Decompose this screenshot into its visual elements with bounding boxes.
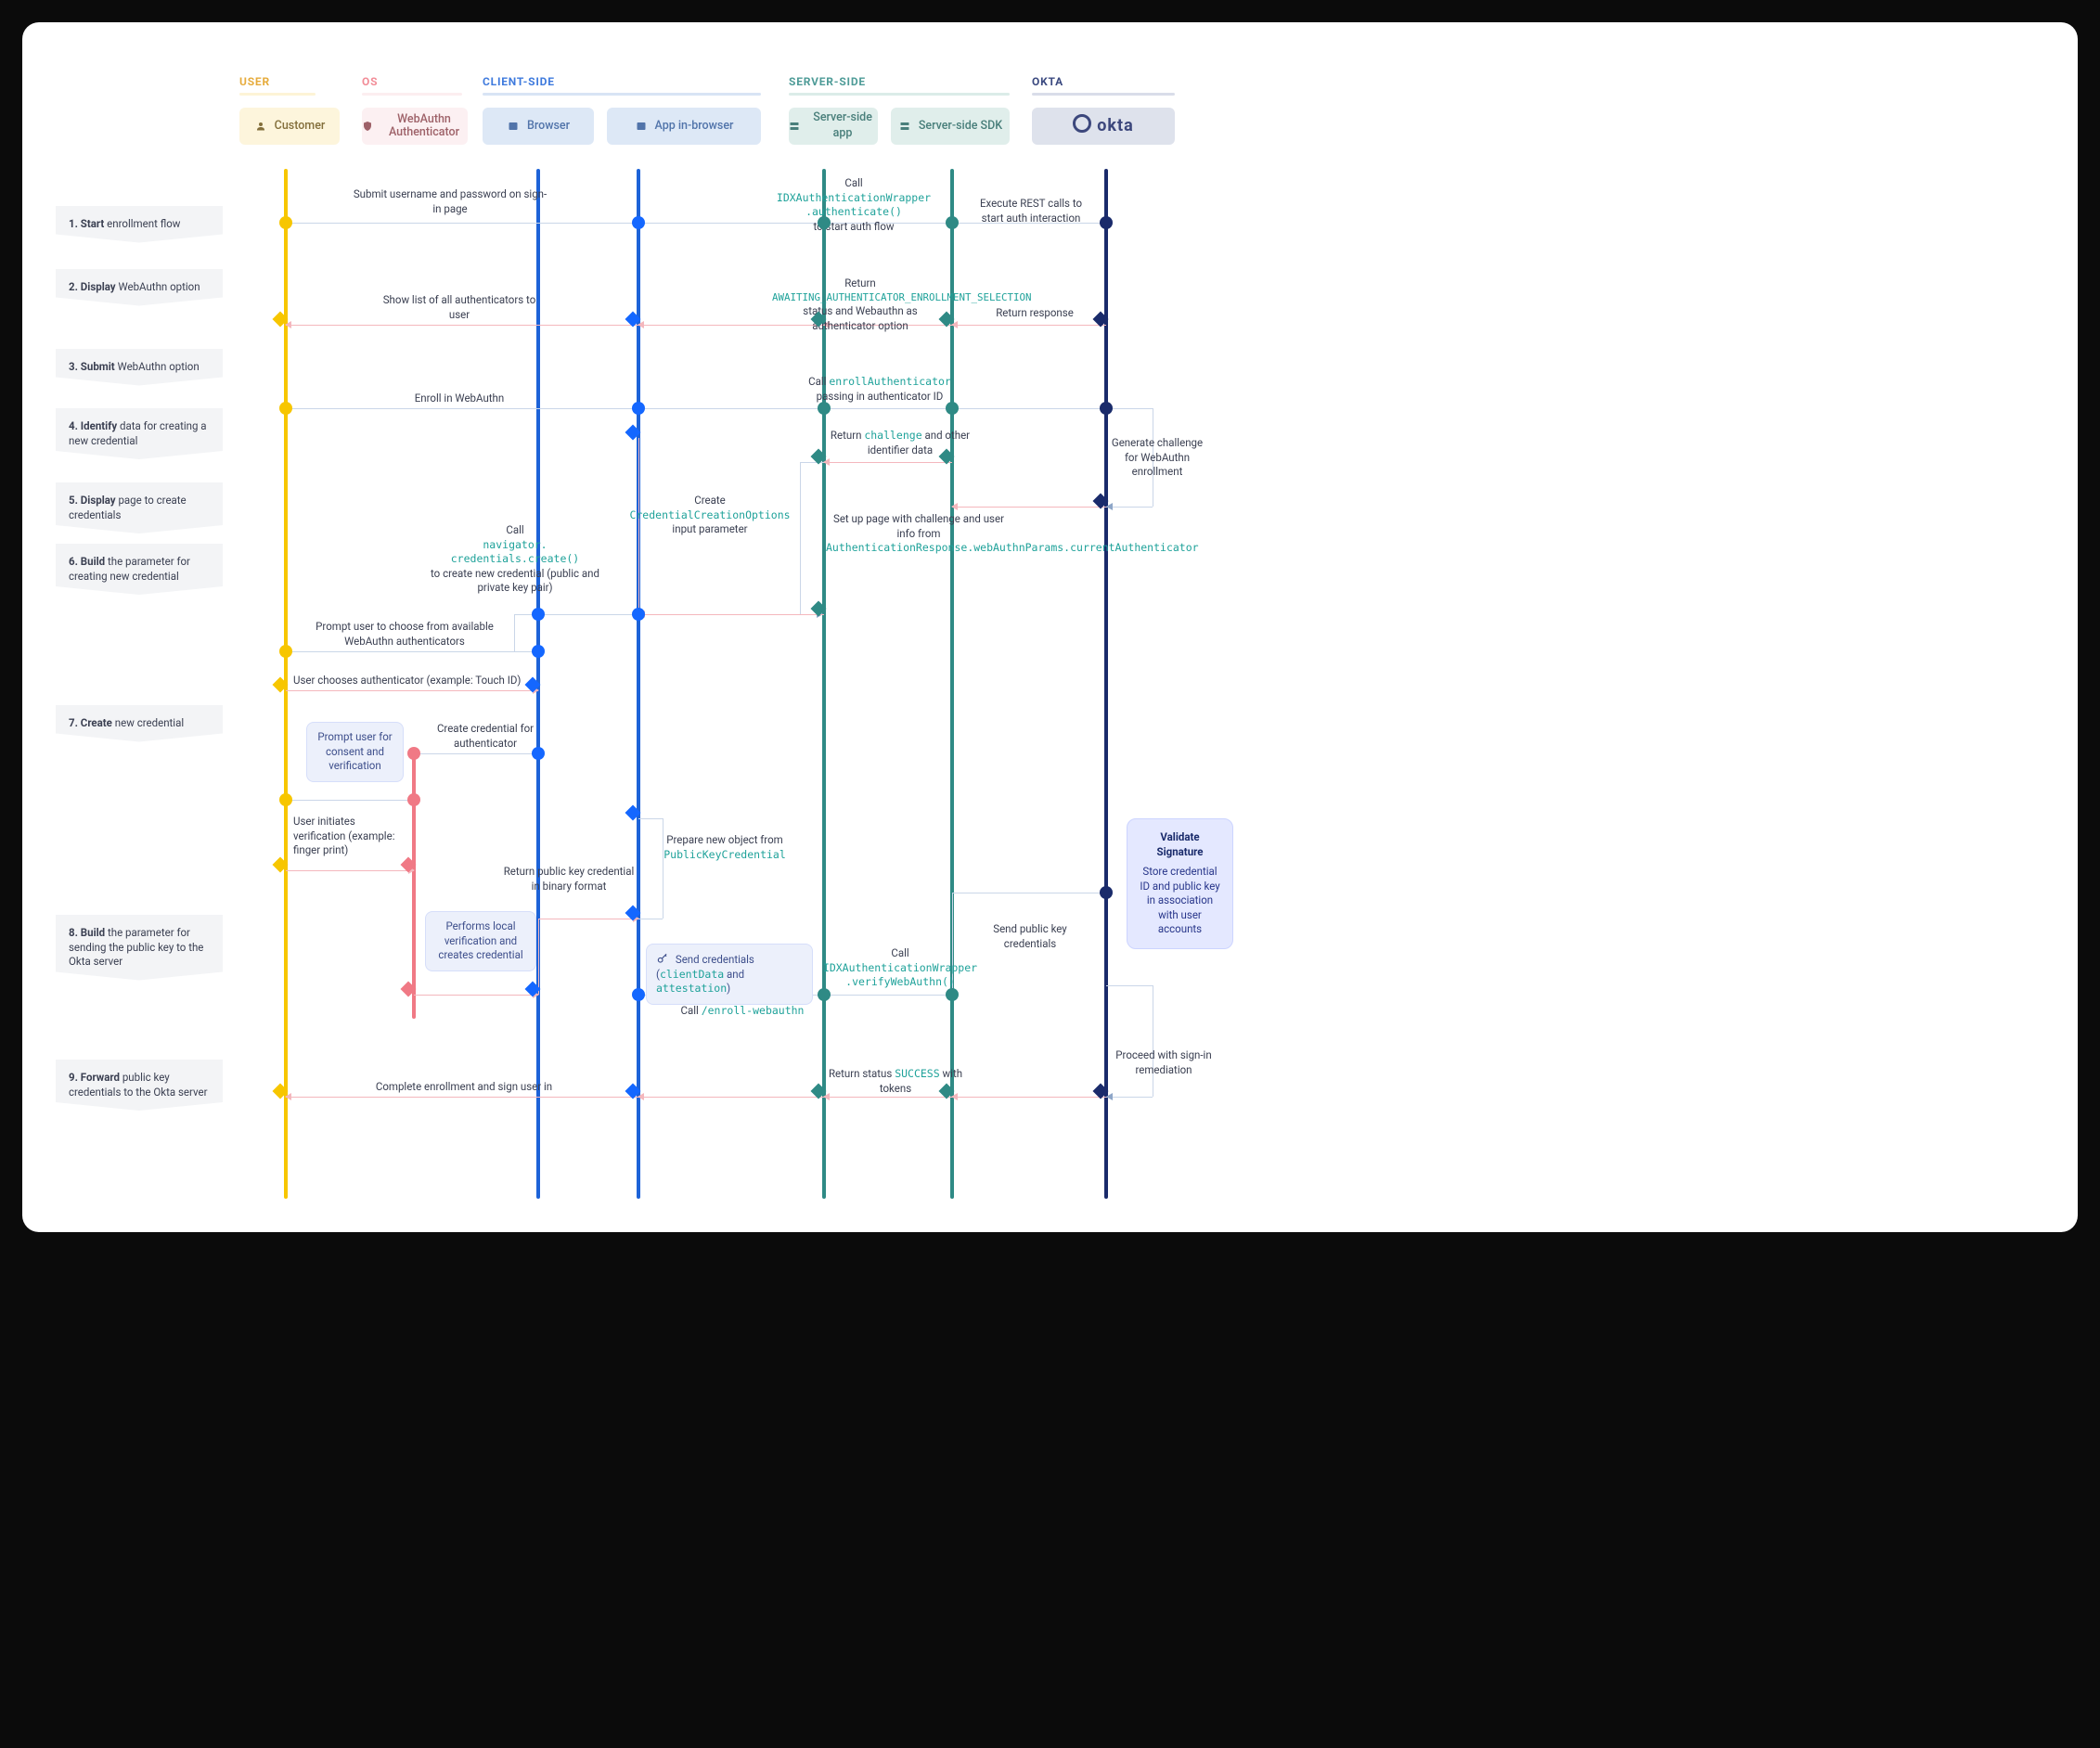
box-send-credentials: Send credentials (clientData and attesta… (646, 944, 813, 1005)
participant-browser-label: Browser (527, 119, 570, 135)
msg-prepare-obj: Prepare new object from PublicKeyCredent… (646, 833, 804, 862)
app-icon (635, 120, 648, 133)
sdk-icon (898, 120, 911, 133)
key-icon (656, 952, 669, 965)
msg-enrollauthenticator: Call enrollAuthenticator passing in auth… (787, 375, 973, 404)
participant-webauthn-authenticator: WebAuthn Authenticator (362, 108, 468, 145)
step-8: 8. Build the parameter for sending the p… (56, 915, 223, 981)
server-icon (789, 120, 800, 133)
lane-label-okta: OKTA (1032, 74, 1063, 89)
msg-send-pubkey: Send public key credentials (974, 922, 1086, 951)
participant-server-sdk-label: Server-side SDK (919, 119, 1002, 135)
step-6: 6. Build the parameter for creating new … (56, 544, 223, 595)
participant-browser: Browser (483, 108, 594, 145)
msg-return-challenge: Return challenge and other identifier da… (826, 429, 974, 457)
participants-row: Customer WebAuthn Authenticator Browser … (56, 108, 2044, 160)
shield-icon (362, 120, 373, 133)
msg-navigator-create: Call navigator. credentials.create() to … (427, 523, 603, 596)
lane-label-server: SERVER-SIDE (789, 74, 866, 89)
diagram-card: USER OS CLIENT-SIDE SERVER-SIDE OKTA Cus… (22, 22, 2078, 1232)
msg-prompt-choose: Prompt user to choose from available Web… (293, 620, 516, 649)
step-1: 1. Start enrollment flow (56, 206, 223, 243)
participant-app-in-browser: App in-browser (607, 108, 761, 145)
msg-complete-enrollment: Complete enrollment and sign user in (334, 1080, 594, 1095)
msg-enroll: Enroll in WebAuthn (380, 392, 538, 406)
participant-server-app-label: Server-side app (807, 110, 878, 142)
msg-return-pubkey-binary: Return public key credential in binary f… (501, 865, 637, 893)
step-9: 9. Forward public key credentials to the… (56, 1060, 223, 1111)
msg-sign-in-remediation: Proceed with sign-in remediation (1108, 1048, 1219, 1077)
sequence-body: 1. Start enrollment flow 2. Display WebA… (56, 169, 2044, 1199)
user-icon (254, 120, 267, 133)
window-icon (507, 120, 520, 133)
participant-server-app: Server-side app (789, 108, 878, 145)
participant-okta: okta (1032, 108, 1175, 145)
lane-labels-row: USER OS CLIENT-SIDE SERVER-SIDE OKTA (56, 74, 2044, 93)
step-3: 3. Submit WebAuthn option (56, 349, 223, 386)
msg-user-chooses: User chooses authenticator (example: Tou… (293, 674, 525, 688)
msg-show-list: Show list of all authenticators to user (380, 293, 538, 322)
msg-awaiting-status: Return AWAITING_AUTHENTICATOR_ENROLLMENT… (772, 276, 948, 333)
participant-customer: Customer (239, 108, 340, 145)
msg-return-response: Return response (984, 306, 1086, 321)
participant-authenticator-label: WebAuthn Authenticator (380, 113, 468, 140)
participant-server-sdk: Server-side SDK (891, 108, 1010, 145)
msg-generate-challenge: Generate challenge for WebAuthn enrollme… (1106, 436, 1208, 480)
lane-label-client: CLIENT-SIDE (483, 74, 555, 89)
lane-label-user: USER (239, 74, 270, 89)
msg-create-cred-auth: Create credential for authenticator (425, 722, 546, 751)
msg-submit-credentials: Submit username and password on sign-in … (353, 187, 548, 216)
step-7: 7. Create new credential (56, 705, 223, 742)
step-4: 4. Identify data for creating a new cred… (56, 408, 223, 459)
okta-validate-note: Validate Signature Store credential ID a… (1127, 818, 1233, 949)
msg-enroll-webauthn-endpoint: Call /enroll-webauthn (659, 1004, 826, 1019)
msg-setup-page: Set up page with challenge and user info… (826, 512, 1011, 556)
step-5: 5. Display page to create credentials (56, 482, 223, 533)
msg-call-authenticate: Call IDXAuthenticationWrapper .authentic… (770, 176, 937, 234)
msg-execute-rest: Execute REST calls to start auth interac… (971, 197, 1091, 225)
step-2: 2. Display WebAuthn option (56, 269, 223, 306)
box-local-verification: Performs local verification and creates … (425, 911, 536, 971)
participant-customer-label: Customer (275, 119, 326, 135)
msg-verifywebauthn: Call IDXAuthenticationWrapper .verifyWeb… (817, 946, 984, 990)
msg-user-verification: User initiates verification (example: fi… (293, 815, 395, 858)
msg-credentialcreation: Create CredentialCreationOptions input p… (622, 494, 798, 537)
lane-label-os: OS (362, 74, 378, 89)
okta-logo: okta (1073, 114, 1134, 137)
participant-app-label: App in-browser (655, 119, 734, 135)
box-prompt-consent: Prompt user for consent and verification (306, 722, 404, 782)
